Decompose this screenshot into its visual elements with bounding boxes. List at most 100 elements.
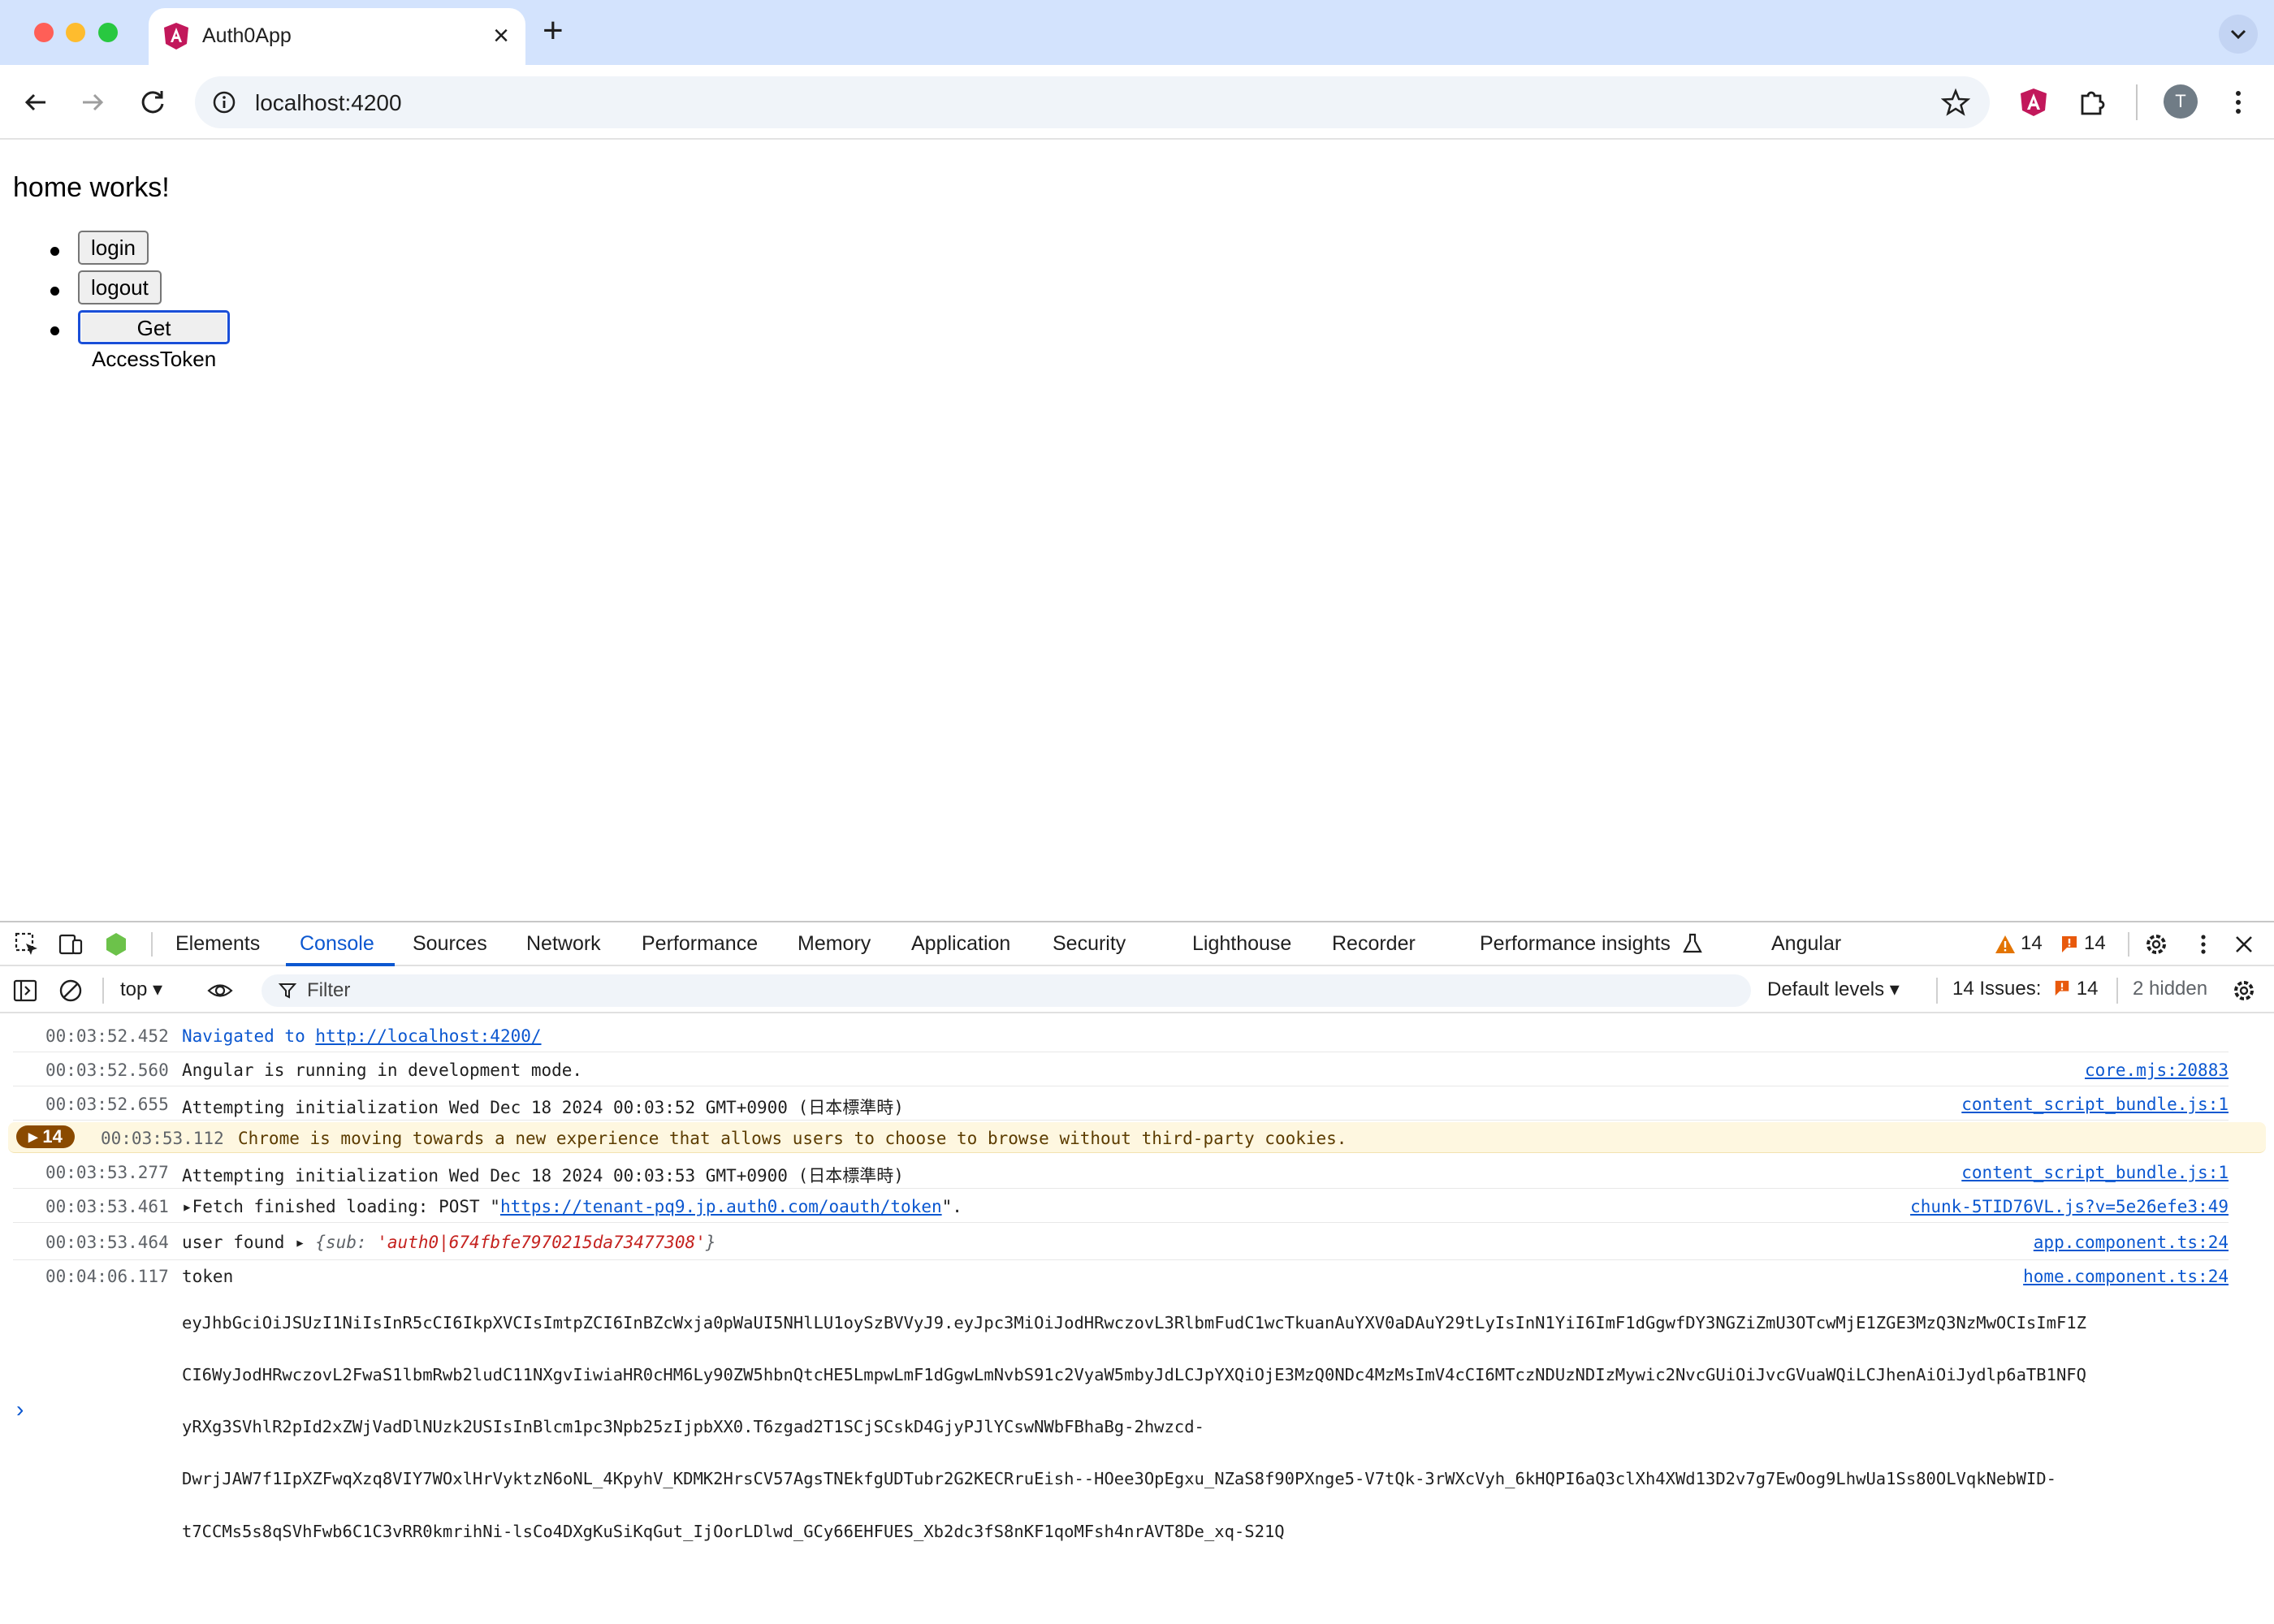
- tabbar-divider: [2128, 932, 2129, 957]
- address-bar[interactable]: localhost:4200: [195, 76, 1990, 128]
- tab-close-icon[interactable]: ×: [493, 19, 509, 52]
- object-colon: :: [356, 1233, 378, 1252]
- site-info-icon[interactable]: [211, 89, 237, 115]
- tab-network[interactable]: Network: [526, 932, 601, 956]
- page-viewport: home works! login logout Get AccessToken: [0, 141, 2274, 921]
- tabbar-divider: [151, 932, 153, 957]
- close-devtools-icon[interactable]: [2230, 931, 2258, 958]
- bookmark-star-icon[interactable]: [1941, 88, 1970, 117]
- message-timestamp: 00:03:53.461: [45, 1197, 169, 1216]
- console-settings-gear-icon[interactable]: [2230, 977, 2258, 1004]
- get-access-token-button[interactable]: Get AccessToken: [78, 310, 231, 371]
- url-text[interactable]: localhost:4200: [255, 90, 402, 116]
- fetch-suffix: ".: [941, 1197, 962, 1216]
- tab-recorder[interactable]: Recorder: [1332, 932, 1416, 956]
- node-hexagon-icon[interactable]: [102, 931, 130, 958]
- back-icon[interactable]: [18, 84, 54, 120]
- issue-count[interactable]: 14: [2084, 932, 2106, 955]
- inspect-element-icon[interactable]: [13, 931, 41, 958]
- tab-performance-insights[interactable]: Performance insights: [1480, 932, 1671, 956]
- token-line: CI6WyJodHRwczovL2FwaS1lbmRwb2ludC11NXgvI…: [182, 1365, 2086, 1385]
- issues-badge-count: 14: [2076, 978, 2099, 1000]
- login-button[interactable]: login: [78, 231, 149, 265]
- message-timestamp: 00:03:53.277: [45, 1163, 169, 1182]
- browser-tabstrip: Auth0App × +: [0, 0, 2274, 65]
- context-select[interactable]: top ▾: [120, 978, 162, 1001]
- browser-tab-active[interactable]: Auth0App ×: [149, 8, 525, 65]
- message-source-link[interactable]: app.component.ts:24: [2034, 1233, 2229, 1252]
- window-minimize-button[interactable]: [66, 23, 85, 42]
- filterbar-divider: [2116, 978, 2118, 1004]
- warning-count[interactable]: 14: [2021, 932, 2043, 955]
- warning-triangle-icon[interactable]: [1995, 934, 2016, 955]
- log-levels-dropdown[interactable]: Default levels ▾: [1767, 978, 1900, 1001]
- message-source-link[interactable]: content_script_bundle.js:1: [1961, 1095, 2229, 1114]
- console-message: 00:03:53.464 user found ▸ {sub: 'auth0|6…: [13, 1224, 2229, 1260]
- reload-icon[interactable]: [135, 84, 171, 120]
- issue-flag-icon: [2055, 980, 2069, 996]
- console-filterbar: top ▾ Filter Default levels ▾ 14 Issues:…: [0, 968, 2274, 1013]
- user-found-prefix: user found: [182, 1233, 296, 1252]
- issue-flag-icon[interactable]: [2060, 934, 2079, 955]
- console-message-navigation: 00:03:52.452 Navigated to http://localho…: [13, 1020, 2229, 1052]
- window-zoom-button[interactable]: [98, 23, 118, 42]
- message-source-link[interactable]: chunk-5TID76VL.js?v=5e26efe3:49: [1910, 1197, 2229, 1216]
- tab-lighthouse[interactable]: Lighthouse: [1192, 932, 1291, 956]
- filter-funnel-icon: [278, 983, 297, 999]
- token-line: eyJhbGciOiJSUzI1NiIsInR5cCI6IkpXVCIsImtp…: [182, 1312, 2086, 1332]
- message-text: Navigated to http://localhost:4200/: [182, 1026, 542, 1046]
- flask-experimental-icon: [1683, 933, 1702, 953]
- forward-icon[interactable]: [75, 84, 110, 120]
- tab-application[interactable]: Application: [911, 932, 1010, 956]
- repeat-count-badge[interactable]: ▸ 14: [16, 1125, 75, 1148]
- issues-button[interactable]: 14 Issues: 14: [1952, 978, 2098, 1000]
- live-expression-eye-icon[interactable]: [206, 977, 234, 1004]
- profile-avatar[interactable]: T: [2164, 84, 2198, 119]
- tab-security[interactable]: Security: [1053, 932, 1126, 956]
- expand-triangle-icon[interactable]: ▸: [295, 1233, 315, 1252]
- message-source-link[interactable]: content_script_bundle.js:1: [1961, 1163, 2229, 1182]
- browser-menu-icon[interactable]: [2222, 86, 2255, 119]
- clear-console-icon[interactable]: [57, 977, 84, 1004]
- devtools-tabbar: Elements Console Sources Network Perform…: [0, 922, 2274, 966]
- console-prompt-icon[interactable]: ›: [16, 1397, 24, 1423]
- device-toolbar-icon[interactable]: [57, 931, 84, 958]
- extensions-puzzle-icon[interactable]: [2076, 86, 2108, 119]
- message-timestamp: 00:03:53.112: [101, 1129, 224, 1148]
- log-levels-label: Default levels: [1767, 978, 1885, 1000]
- new-tab-button[interactable]: +: [543, 13, 564, 49]
- tab-console[interactable]: Console: [300, 932, 374, 956]
- tab-elements[interactable]: Elements: [175, 932, 260, 956]
- message-text: ▸Fetch finished loading: POST "https://t…: [182, 1197, 962, 1216]
- tab-title: Auth0App: [202, 24, 292, 47]
- message-timestamp: 00:03:52.452: [45, 1026, 169, 1046]
- more-options-icon[interactable]: [2190, 931, 2217, 958]
- expand-triangle-icon[interactable]: ▸: [182, 1197, 192, 1216]
- chevron-down-icon: [2230, 29, 2246, 40]
- message-timestamp: 00:03:52.655: [45, 1095, 169, 1114]
- fetch-url-link[interactable]: https://tenant-pq9.jp.auth0.com/oauth/to…: [500, 1197, 942, 1216]
- tab-angular[interactable]: Angular: [1771, 932, 1841, 956]
- tab-memory[interactable]: Memory: [798, 932, 871, 956]
- message-source-link[interactable]: core.mjs:20883: [2085, 1060, 2229, 1080]
- tab-search-button[interactable]: [2219, 15, 2258, 54]
- console-message: 00:03:52.655 Attempting initialization W…: [13, 1088, 2229, 1121]
- message-text: Attempting initialization Wed Dec 18 202…: [182, 1166, 904, 1186]
- message-text: Attempting initialization Wed Dec 18 202…: [182, 1098, 904, 1117]
- message-timestamp: 00:04:06.117: [45, 1267, 169, 1286]
- tab-sources[interactable]: Sources: [413, 932, 487, 956]
- logout-button[interactable]: logout: [78, 270, 162, 304]
- angular-devtools-extension-icon[interactable]: [2017, 86, 2050, 119]
- window-close-button[interactable]: [34, 23, 54, 42]
- toolbar-divider: [2136, 84, 2138, 120]
- console-filter-input[interactable]: Filter: [262, 974, 1751, 1007]
- object-brace-close: }: [705, 1233, 716, 1252]
- navigated-url-link[interactable]: http://localhost:4200/: [315, 1026, 541, 1046]
- object-value: 'auth0|674fbfe7970215da73477308': [377, 1233, 706, 1252]
- token-line: t7CCMs5s8qSVhFwb6C1C3vRR0kmrihNi-lsCo4DX…: [182, 1521, 1285, 1541]
- settings-gear-icon[interactable]: [2142, 931, 2170, 958]
- tab-performance[interactable]: Performance: [642, 932, 758, 956]
- console-log: 00:03:52.452 Navigated to http://localho…: [0, 1015, 2274, 1624]
- token-line: DwrjJAW7f1IpXZFwqXzq8VIY7WOxlHrVyktzN6oN…: [182, 1469, 2056, 1489]
- sidebar-toggle-icon[interactable]: [11, 977, 39, 1004]
